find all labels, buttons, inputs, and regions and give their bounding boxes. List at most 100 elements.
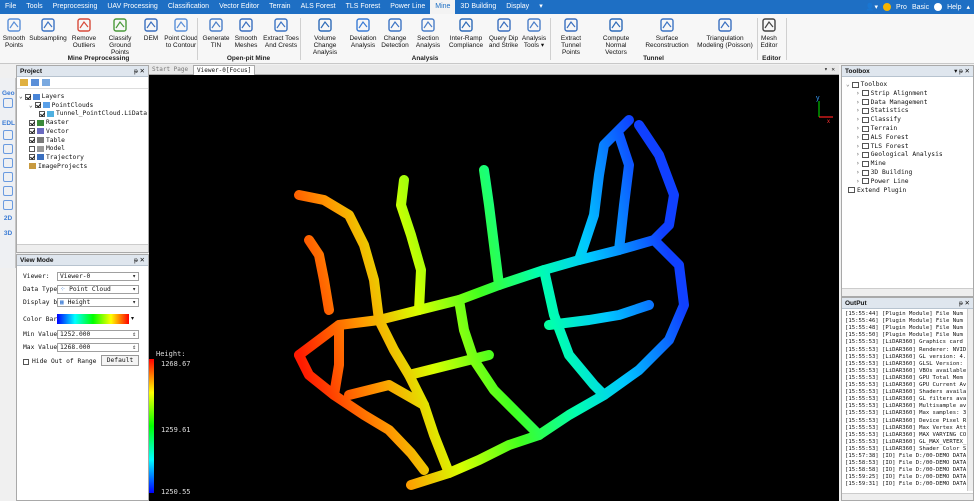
- expand-icon[interactable]: ›: [856, 125, 860, 132]
- ribbon-button-subsampling[interactable]: Subsampling: [28, 16, 68, 54]
- ribbon-button-generate[interactable]: Generate TIN: [202, 16, 230, 54]
- default-button[interactable]: Default: [101, 355, 139, 366]
- expand-icon[interactable]: ›: [856, 169, 860, 176]
- pro-label[interactable]: Pro: [896, 4, 907, 11]
- ribbon-button-point-cloud[interactable]: Point Cloud to Contour: [162, 16, 200, 54]
- viewer-tab-controls[interactable]: ▾ ✕: [824, 66, 835, 73]
- tree-item-layers[interactable]: ⌄ Layers: [19, 92, 64, 101]
- menu-item-tls-forest[interactable]: TLS Forest: [341, 0, 386, 14]
- ribbon-button-compute-normal[interactable]: Compute Normal Vectors: [592, 16, 640, 56]
- toolbox-item-3d-building[interactable]: › 3D Building: [856, 168, 912, 177]
- side-tool-icon-0[interactable]: [3, 98, 13, 108]
- ribbon-button-smooth[interactable]: Smooth Meshes: [232, 16, 260, 54]
- toolbox-item-terrain[interactable]: › Terrain: [856, 124, 897, 133]
- ribbon-button-extract-tunnel[interactable]: Extract Tunnel Points: [551, 16, 591, 56]
- tab-start-page[interactable]: Start Page: [152, 66, 188, 73]
- datatype-select[interactable]: ⁘ Point Cloud ▾: [57, 285, 139, 294]
- side-tool-icon-3[interactable]: [3, 158, 13, 168]
- max-value-spinbox[interactable]: 1268.000 ⇕: [57, 343, 139, 352]
- menu-item-preprocessing[interactable]: Preprocessing: [48, 0, 103, 14]
- ribbon-button-remove[interactable]: Remove Outliers: [70, 16, 98, 54]
- expand-icon[interactable]: ⌄: [19, 93, 23, 100]
- menu-item-classification[interactable]: Classification: [163, 0, 214, 14]
- side-tool-icon-1[interactable]: [3, 130, 13, 140]
- skin-icon[interactable]: [934, 3, 943, 11]
- output-controls[interactable]: ᵽ ✕: [959, 298, 970, 309]
- expand-icon[interactable]: ›: [856, 107, 860, 114]
- toolbox-item-power-line[interactable]: › Power Line: [856, 177, 909, 186]
- layer-checkbox[interactable]: [34, 102, 41, 109]
- tree-item-raster[interactable]: Raster: [29, 118, 69, 127]
- side-tool-2d[interactable]: 2D: [2, 213, 14, 225]
- tree-item-model[interactable]: Model: [29, 144, 65, 153]
- expand-icon[interactable]: ›: [856, 134, 860, 141]
- tab-viewer-0[interactable]: Viewer-0[Focus]: [193, 65, 256, 75]
- menu-item-als-forest[interactable]: ALS Forest: [296, 0, 341, 14]
- ribbon-button-inter-ramp[interactable]: Inter-Ramp Compliance: [447, 16, 485, 54]
- menu-item-tools[interactable]: Tools: [21, 0, 47, 14]
- menu-item-terrain[interactable]: Terrain: [264, 0, 295, 14]
- layer-checkbox[interactable]: [29, 119, 35, 126]
- tree-item-tunnel-pointcloud-lidata[interactable]: Tunnel_PointCloud.LiData: [39, 109, 147, 118]
- menu-item-3d-building[interactable]: 3D Building: [455, 0, 501, 14]
- project-scrollbar[interactable]: [17, 244, 148, 252]
- point-cloud-canvas[interactable]: y x Height: 1268.67 1259.61 1250.55: [149, 75, 839, 501]
- side-tool-icon-5[interactable]: [3, 186, 13, 196]
- ribbon-button-analysis[interactable]: Analysis Tools ▾: [522, 16, 546, 54]
- toolbox-item-statistics[interactable]: › Statistics: [856, 106, 909, 115]
- side-tool-3d[interactable]: 3D: [2, 228, 14, 240]
- ribbon-button-change[interactable]: Change Detection: [380, 16, 410, 54]
- layer-icon[interactable]: [31, 79, 39, 86]
- toolbox-item-data-management[interactable]: › Data Management: [856, 98, 928, 107]
- open-folder-icon[interactable]: [20, 79, 28, 86]
- menu-item-mine[interactable]: Mine: [430, 0, 456, 14]
- ribbon-button-volume-change[interactable]: Volume Change Analysis: [303, 16, 347, 56]
- help-label[interactable]: Help: [947, 4, 961, 11]
- expand-icon[interactable]: ›: [856, 99, 860, 106]
- layer-checkbox[interactable]: [24, 93, 31, 100]
- ribbon-button-extract-toes[interactable]: Extract Toes And Crests: [262, 16, 300, 54]
- ribbon-button-query-dip[interactable]: Query Dip and Strike: [487, 16, 520, 54]
- expand-icon[interactable]: ›: [856, 90, 860, 97]
- basic-label[interactable]: Basic: [912, 4, 929, 11]
- layer-add-icon[interactable]: [42, 79, 50, 86]
- ribbon-button-mesh[interactable]: Mesh Editor: [758, 16, 780, 54]
- display-select[interactable]: ▦ Height ▾: [57, 298, 139, 307]
- toolbox-item-mine[interactable]: › Mine: [856, 159, 886, 168]
- layer-checkbox[interactable]: [29, 128, 35, 135]
- expand-icon[interactable]: ⌄: [29, 102, 33, 109]
- expand-icon[interactable]: ›: [856, 116, 860, 123]
- tree-item-imageprojects[interactable]: ImageProjects: [29, 162, 87, 171]
- view-mode-controls[interactable]: ᵽ ✕: [134, 255, 145, 266]
- tree-item-vector[interactable]: Vector: [29, 127, 69, 136]
- toolbox-item-als-forest[interactable]: › ALS Forest: [856, 133, 909, 142]
- toolbox-controls[interactable]: ▾ ᵽ ✕: [954, 66, 970, 77]
- minimize-icon[interactable]: ▴: [966, 3, 970, 11]
- output-vscrollbar[interactable]: [967, 309, 973, 491]
- expand-icon[interactable]: ⌄: [846, 81, 850, 88]
- ribbon-button-classify-ground[interactable]: Classify Ground Points: [97, 16, 143, 56]
- ribbon-button-section[interactable]: Section Analysis: [413, 16, 443, 54]
- expand-icon[interactable]: ›: [856, 160, 860, 167]
- layer-checkbox[interactable]: [29, 154, 35, 161]
- menu-item-vector-editor[interactable]: Vector Editor: [214, 0, 264, 14]
- tree-item-table[interactable]: Table: [29, 136, 65, 145]
- toolbox-item-toolbox[interactable]: ⌄ Toolbox: [846, 80, 887, 89]
- output-log[interactable]: [15:55:44] [Plugin Module] File Num [15:5…: [842, 309, 973, 489]
- hide-out-of-range-checkbox[interactable]: [23, 359, 29, 365]
- menu-item-display[interactable]: Display: [501, 0, 534, 14]
- colorbar-dropdown-icon[interactable]: ▾: [131, 315, 134, 322]
- side-tool-icon-4[interactable]: [3, 172, 13, 182]
- ribbon-button-triangulation[interactable]: Triangulation Modeling (Poisson): [694, 16, 756, 54]
- side-tool-edl[interactable]: EDL: [2, 118, 15, 130]
- project-panel-controls[interactable]: ᵽ ✕: [134, 66, 145, 77]
- layer-checkbox[interactable]: [29, 145, 35, 152]
- expand-icon[interactable]: ›: [856, 151, 860, 158]
- expand-icon[interactable]: ›: [856, 143, 860, 150]
- tree-item-pointclouds[interactable]: ⌄ PointClouds: [29, 101, 93, 110]
- toolbox-item-extend-plugin[interactable]: Extend Plugin: [846, 186, 906, 195]
- menu-item-uav-processing[interactable]: UAV Processing: [102, 0, 162, 14]
- 3d-viewer[interactable]: y x Height: 1268.67 1259.61 1250.55: [149, 75, 839, 501]
- toolbox-item-classify[interactable]: › Classify: [856, 115, 901, 124]
- ribbon-button-deviation[interactable]: Deviation Analysis: [348, 16, 378, 54]
